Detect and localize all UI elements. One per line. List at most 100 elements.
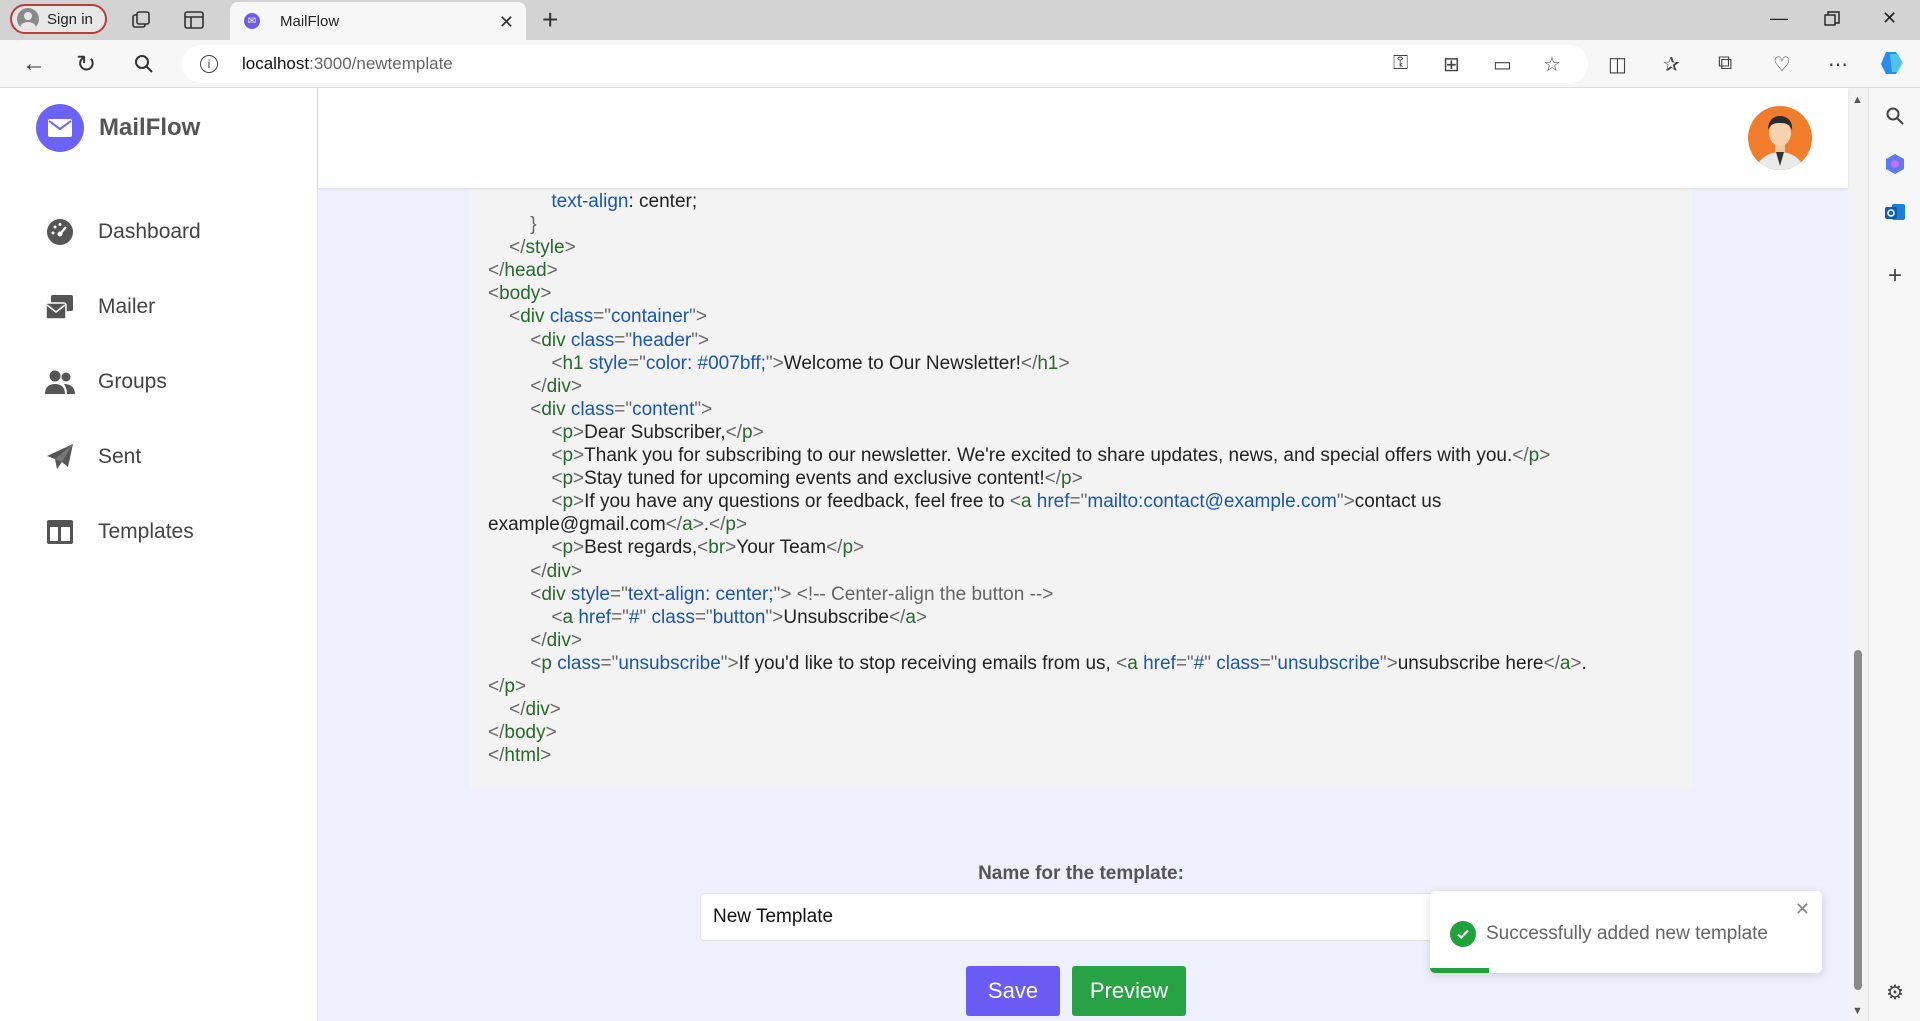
sidebar-item-groups[interactable]: Groups [44, 344, 201, 419]
sidebar-item-sent[interactable]: Sent [44, 419, 201, 494]
code-line: <body> [488, 283, 552, 305]
browser-health-icon[interactable]: ♡ [1773, 52, 1791, 77]
browser-essentials-icon[interactable]: ▭ [1493, 52, 1512, 77]
code-line: </div> [530, 375, 583, 397]
code-line: </head> [488, 260, 558, 282]
code-line: </style> [509, 237, 576, 259]
url-field[interactable]: i localhost:3000/newtemplate [182, 45, 1588, 83]
app-available-icon[interactable]: ⊞ [1443, 52, 1460, 77]
search-icon[interactable] [133, 53, 155, 75]
code-line: <h1 style="color: #007bff;">Welcome to O… [551, 352, 1070, 374]
scroll-down-icon[interactable]: ▼ [1852, 1005, 1863, 1017]
outlook-icon[interactable] [1883, 200, 1907, 224]
brand[interactable]: MailFlow [36, 104, 200, 152]
code-line: </html> [488, 745, 552, 767]
mailer-icon [44, 291, 76, 323]
sidebar-nav: Dashboard Mailer Groups Sent Templates [44, 194, 201, 569]
toast-progress-bar [1430, 968, 1489, 973]
code-line: <p>Dear Subscriber,</p> [551, 421, 764, 443]
sidebar-item-label: Groups [98, 369, 167, 393]
mail-logo-icon [36, 104, 84, 152]
sidebar: MailFlow Dashboard Mailer Groups Sent Te… [0, 88, 318, 1021]
close-window-icon[interactable]: ✕ [1882, 8, 1897, 29]
code-line: <a href="#" class="button">Unsubscribe</… [551, 606, 928, 628]
user-avatar[interactable] [1748, 106, 1812, 170]
code-line: </body> [488, 722, 557, 744]
templates-icon [44, 516, 76, 548]
split-screen-icon[interactable]: ◫ [1608, 52, 1627, 77]
tab-actions-icon[interactable] [183, 9, 205, 31]
sidebar-item-templates[interactable]: Templates [44, 494, 201, 569]
template-code-view[interactable]: text-align: center; } </style> </head> <… [470, 88, 1692, 788]
refresh-icon[interactable]: ↻ [76, 50, 96, 79]
url-path: :3000/newtemplate [309, 54, 453, 73]
collections-icon[interactable]: ⧉ [1718, 52, 1732, 75]
code-line: <p>If you have any questions or feedback… [551, 491, 1442, 513]
code-line: </div> [530, 629, 583, 651]
signin-label: Sign in [47, 10, 93, 28]
sidebar-item-label: Dashboard [98, 219, 201, 243]
scrollbar-thumb[interactable] [1854, 650, 1862, 990]
close-tab-icon[interactable]: ✕ [499, 12, 514, 33]
groups-icon [44, 366, 76, 398]
code-line: <div class="container"> [509, 306, 707, 328]
back-icon[interactable]: ← [22, 50, 46, 78]
profile-icon [17, 8, 39, 30]
browser-tab-bar: Sign in ✉ MailFlow ✕ + — ✕ [0, 0, 1920, 40]
code-line: <p>Stay tuned for upcoming events and ex… [551, 468, 1083, 490]
favorites-icon[interactable]: ✰ [1663, 52, 1680, 77]
scroll-up-icon[interactable]: ▲ [1852, 94, 1863, 106]
copilot-icon[interactable] [1878, 48, 1908, 78]
code-line: </div> [509, 699, 561, 721]
close-icon[interactable]: ✕ [1795, 899, 1810, 920]
add-sidebar-app-icon[interactable]: + [1883, 262, 1907, 289]
search-icon[interactable] [1883, 104, 1907, 128]
template-name-label: Name for the template: [978, 863, 1184, 884]
restore-icon[interactable] [1823, 10, 1841, 28]
code-line: </p> [488, 675, 527, 697]
code-line: } [530, 214, 537, 236]
code-line: example@gmail.com</a>.</p> [488, 514, 748, 536]
page-scrollbar[interactable]: ▲ ▼ [1848, 88, 1868, 1021]
toast-message: Successfully added new template [1486, 923, 1768, 944]
paper-plane-icon [44, 441, 76, 473]
more-options-icon[interactable]: ⋯ [1828, 52, 1848, 77]
copilot-sidebar-icon[interactable] [1883, 152, 1907, 176]
settings-gear-icon[interactable]: ⚙ [1883, 980, 1907, 1004]
top-header [318, 88, 1848, 188]
dashboard-gauge-icon [44, 216, 76, 248]
code-line: text-align: center; [551, 191, 698, 212]
edge-sidebar: + ⚙ [1868, 88, 1920, 1021]
tab-mailflow[interactable]: ✉ MailFlow ✕ [230, 2, 526, 40]
sidebar-item-label: Sent [98, 444, 142, 468]
sidebar-item-label: Mailer [98, 294, 156, 318]
code-line: <p class="unsubscribe">If you'd like to … [530, 652, 1587, 674]
tab-title: MailFlow [280, 12, 340, 30]
minimize-icon[interactable]: — [1770, 8, 1788, 29]
code-line: <div class="content"> [530, 398, 713, 420]
template-name-input[interactable] [700, 893, 1460, 941]
site-info-icon[interactable]: i [200, 55, 218, 73]
brand-name: MailFlow [99, 114, 201, 141]
favorite-star-icon[interactable]: ☆ [1543, 52, 1561, 77]
new-tab-icon[interactable]: + [542, 4, 558, 36]
sidebar-item-dashboard[interactable]: Dashboard [44, 194, 201, 269]
code-line: <div class="header"> [530, 329, 710, 351]
browser-address-bar: ← ↻ i localhost:3000/newtemplate ⚿ ⊞ ▭ ☆… [0, 40, 1920, 88]
success-toast: Successfully added new template ✕ [1430, 891, 1822, 973]
url-host: localhost [242, 54, 310, 73]
save-button[interactable]: Save [966, 966, 1060, 1016]
mailflow-favicon-icon: ✉ [244, 13, 260, 29]
workspaces-icon[interactable] [130, 9, 152, 31]
code-line: <div style="text-align: center;"> <!-- C… [530, 583, 1054, 605]
sidebar-item-mailer[interactable]: Mailer [44, 269, 201, 344]
check-circle-icon [1450, 921, 1476, 947]
app-page: MailFlow Dashboard Mailer Groups Sent Te… [0, 88, 1868, 1021]
signin-button[interactable]: Sign in [10, 4, 107, 34]
sidebar-item-label: Templates [98, 519, 194, 543]
code-line: <p>Best regards,<br>Your Team</p> [551, 537, 865, 559]
preview-button[interactable]: Preview [1072, 966, 1186, 1016]
code-line: <p>Thank you for subscribing to our news… [551, 445, 1551, 467]
code-line: </div> [530, 560, 583, 582]
password-key-icon[interactable]: ⚿ [1393, 52, 1408, 75]
